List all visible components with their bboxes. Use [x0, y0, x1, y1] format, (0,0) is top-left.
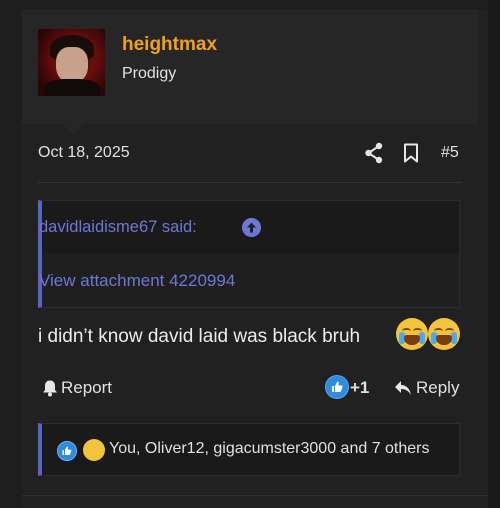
bookmark-icon[interactable]: [402, 143, 420, 163]
like-icon: [57, 441, 77, 461]
reply-button[interactable]: Reply: [416, 378, 459, 398]
loudly-crying-face-emoji: [396, 318, 428, 350]
like-icon[interactable]: [325, 375, 349, 399]
forum-post: heightmax Prodigy Oct 18, 2025 #5 davidl…: [22, 10, 488, 508]
reaction-count[interactable]: +1: [350, 378, 369, 398]
post-number-link[interactable]: #5: [441, 144, 459, 162]
divider: [22, 495, 488, 496]
post-message: i didn’t know david laid was black bruh: [38, 326, 361, 347]
header-pointer: [62, 124, 84, 134]
divider: [38, 182, 462, 183]
loudly-crying-face-emoji: [83, 439, 105, 461]
quote-block: [38, 200, 460, 308]
user-header: heightmax Prodigy: [22, 10, 478, 124]
loudly-crying-face-emoji: [428, 318, 460, 350]
report-button[interactable]: Report: [61, 378, 112, 398]
reactors-list[interactable]: You, Oliver12, gigacumster3000 and 7 oth…: [109, 440, 430, 458]
arrow-up-circle-icon[interactable]: [242, 218, 261, 237]
bell-icon[interactable]: [42, 379, 58, 397]
attachment-link[interactable]: View attachment 4220994: [39, 271, 235, 291]
username-link[interactable]: heightmax: [122, 34, 217, 56]
avatar[interactable]: [38, 29, 105, 96]
user-title: Prodigy: [122, 65, 177, 82]
post-date[interactable]: Oct 18, 2025: [38, 144, 130, 162]
scrollbar-track[interactable]: [488, 0, 500, 508]
share-icon[interactable]: [364, 142, 384, 164]
quote-author-link[interactable]: davidlaidisme67 said:: [39, 218, 197, 237]
reply-icon[interactable]: [394, 380, 412, 396]
